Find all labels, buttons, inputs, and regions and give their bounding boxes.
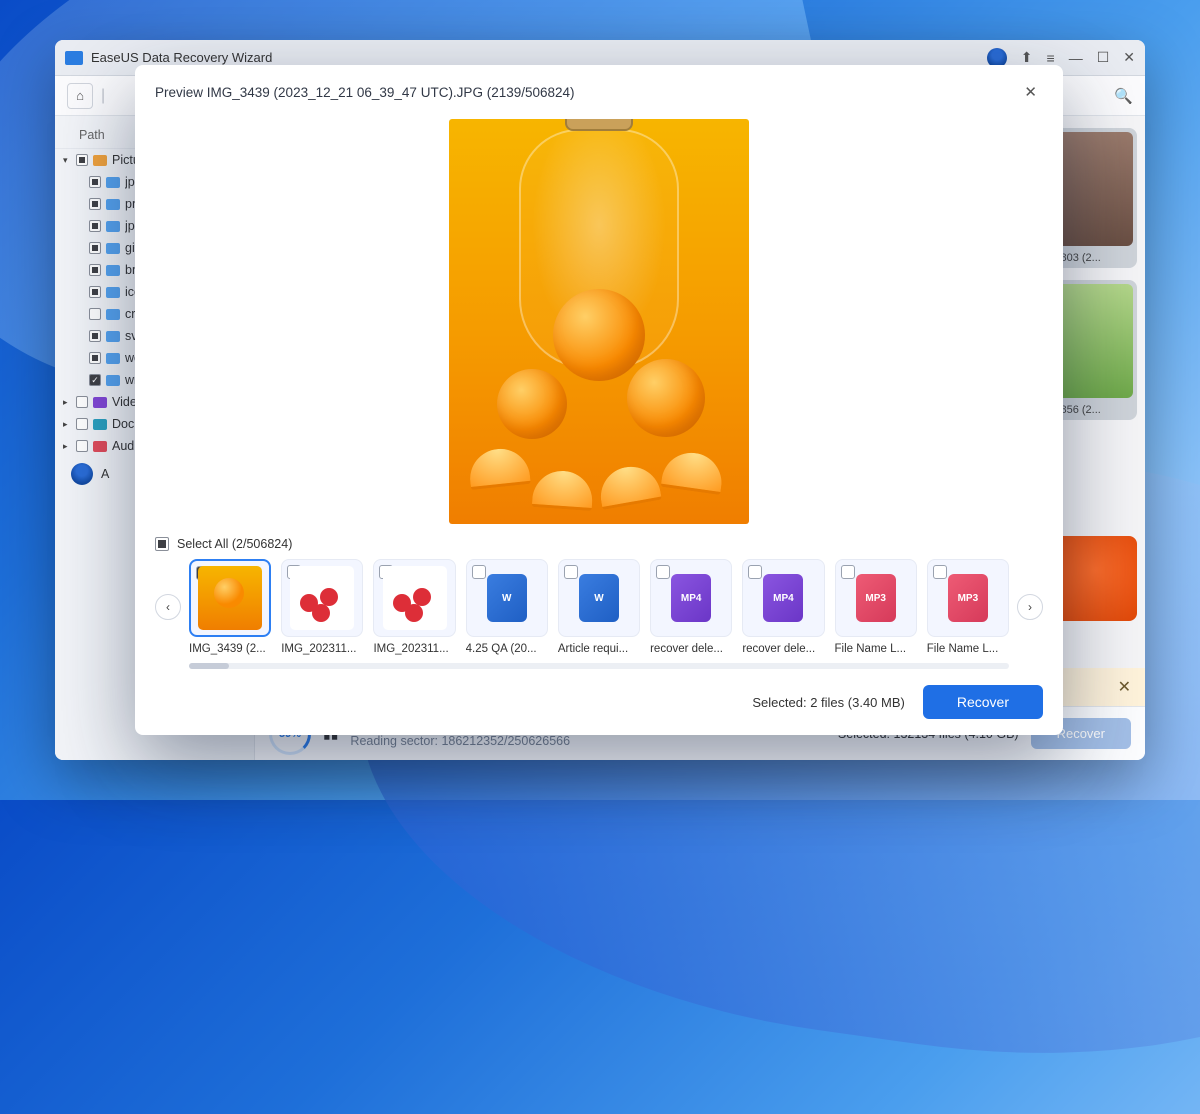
checkbox[interactable] [89,286,101,298]
thumb-filename: 4.25 QA (20... [466,643,548,655]
file-type-icon: W [487,574,527,622]
preview-image [449,119,749,524]
search-icon[interactable]: 🔍 [1114,87,1133,105]
thumbnail-card[interactable]: IMG_202311... [373,559,455,655]
maximize-button[interactable]: ☐ [1097,49,1110,66]
folder-icon [106,287,120,298]
thumb-filename: IMG_202311... [281,643,363,655]
preview-image-area [155,115,1043,527]
strip-scrollbar[interactable] [189,663,1009,669]
thumb-filename: Article requi... [558,643,640,655]
thumb-filename: File Name L... [927,643,1009,655]
menu-icon[interactable]: ≡ [1047,50,1055,66]
thumb-filename: recover dele... [742,643,824,655]
preview-modal: Preview IMG_3439 (2023_12_21 06_39_47 UT… [135,65,1063,735]
thumb-filename: IMG_3439 (2... [189,643,271,655]
thumb-checkbox[interactable] [933,565,947,579]
file-type-icon: W [579,574,619,622]
thumb-filename: IMG_202311... [373,643,455,655]
thumbnail-card[interactable]: IMG_3439 (2... [189,559,271,655]
folder-icon [106,177,120,188]
folder-icon [93,441,107,452]
caret-right-icon: ▸ [63,441,71,452]
checkbox[interactable] [89,308,101,320]
checkbox[interactable] [89,352,101,364]
folder-icon [106,199,120,210]
checkbox[interactable] [76,396,88,408]
app-title: EaseUS Data Recovery Wizard [91,50,987,65]
thumbnail-card[interactable]: MP3 File Name L... [927,559,1009,655]
thumbnail-card[interactable]: MP4 recover dele... [742,559,824,655]
thumbnail-card[interactable]: MP3 File Name L... [835,559,917,655]
checkbox[interactable] [76,418,88,430]
select-all-checkbox[interactable] [155,537,169,551]
folder-icon [106,353,120,364]
modal-close-button[interactable]: ✕ [1018,79,1043,105]
upgrade-icon[interactable]: ⬆ [1021,49,1033,66]
thumb-checkbox[interactable] [564,565,578,579]
thumb-checkbox[interactable] [656,565,670,579]
ai-helper-icon[interactable] [71,463,93,485]
close-window-button[interactable]: ✕ [1123,49,1135,66]
file-type-icon: MP4 [671,574,711,622]
caret-down-icon: ▾ [63,155,71,166]
thumbnail-strip: IMG_3439 (2... IMG_202311... IMG_202311...… [189,559,1009,655]
folder-icon [106,331,120,342]
folder-icon [106,309,120,320]
checkbox[interactable] [89,220,101,232]
folder-icon [93,155,107,166]
thumb-filename: File Name L... [835,643,917,655]
checkbox[interactable] [89,242,101,254]
thumbnail-card[interactable]: MP4 recover dele... [650,559,732,655]
minimize-button[interactable]: — [1069,50,1083,66]
checkbox[interactable] [76,154,88,166]
folder-icon [93,397,107,408]
select-all-label: Select All (2/506824) [177,537,292,551]
thumb-checkbox[interactable] [748,565,762,579]
file-type-icon: MP3 [856,574,896,622]
caret-right-icon: ▸ [63,419,71,430]
ai-helper-label: A [101,467,109,481]
folder-icon [106,375,120,386]
folder-icon [106,243,120,254]
strip-next-button[interactable]: › [1017,594,1043,620]
thumbnail-card[interactable]: IMG_202311... [281,559,363,655]
file-type-icon: MP3 [948,574,988,622]
checkbox[interactable] [89,198,101,210]
recover-button[interactable]: Recover [923,685,1043,719]
caret-right-icon: ▸ [63,397,71,408]
folder-icon [106,221,120,232]
scan-sector-text: Reading sector: 186212352/250626566 [350,734,570,748]
banner-close-icon[interactable]: ✕ [1118,677,1131,697]
modal-selected-text: Selected: 2 files (3.40 MB) [752,695,904,710]
checkbox[interactable] [89,330,101,342]
folder-icon [106,265,120,276]
checkbox[interactable] [89,264,101,276]
folder-icon [93,419,107,430]
thumb-image [198,566,262,630]
thumb-filename: recover dele... [650,643,732,655]
file-type-icon: MP4 [763,574,803,622]
strip-prev-button[interactable]: ‹ [155,594,181,620]
modal-title: Preview IMG_3439 (2023_12_21 06_39_47 UT… [155,85,1018,100]
thumb-image [383,566,447,630]
home-button[interactable]: ⌂ [67,83,93,109]
thumbnail-card[interactable]: W Article requi... [558,559,640,655]
checkbox[interactable] [89,176,101,188]
thumb-checkbox[interactable] [472,565,486,579]
thumbnail-card[interactable]: W 4.25 QA (20... [466,559,548,655]
checkbox[interactable] [89,374,101,386]
thumb-image [290,566,354,630]
app-logo-icon [65,51,83,65]
thumb-checkbox[interactable] [841,565,855,579]
checkbox[interactable] [76,440,88,452]
